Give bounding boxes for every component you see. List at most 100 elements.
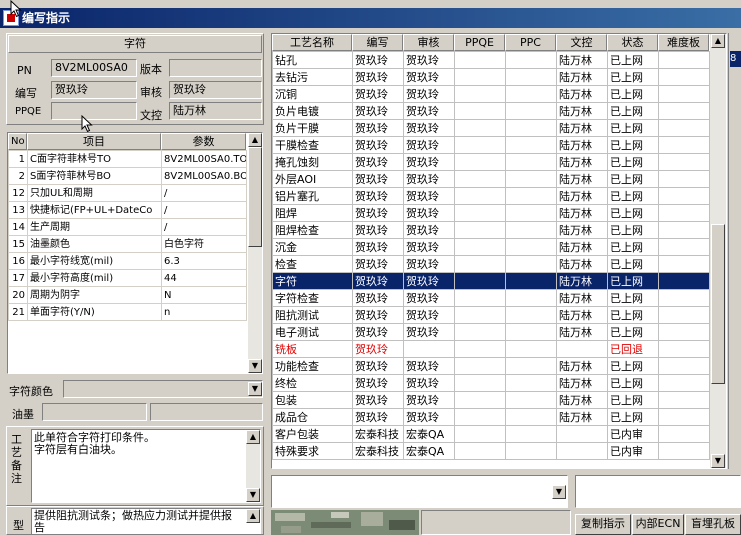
process-cell-name: 功能检查 <box>272 357 353 375</box>
process-header-cell[interactable]: 审核 <box>403 34 454 51</box>
process-cell-ppc <box>505 187 557 205</box>
param-row[interactable]: 16 最小字符线宽(mil) 6.3 <box>8 252 247 270</box>
scroll-thumb[interactable] <box>248 147 262 247</box>
scroll-down-icon[interactable]: ▼ <box>246 488 260 502</box>
process-cell-difficulty <box>658 391 710 409</box>
process-row[interactable]: 成品仓 贺玖玲 贺玖玲 陆万林 已上网 <box>272 408 710 426</box>
ink-field-1[interactable] <box>42 403 147 421</box>
process-grid-scrollbar[interactable]: ▲ ▼ <box>710 34 726 468</box>
process-row[interactable]: 终检 贺玖玲 贺玖玲 陆万林 已上网 <box>272 374 710 392</box>
model-notes-text[interactable]: 提供阻抗测试条；做热应力测试并提供报告 ▲ <box>31 508 261 534</box>
process-cell-status: 已上网 <box>607 374 659 392</box>
process-header-cell[interactable]: 编写 <box>352 34 403 51</box>
pn-field[interactable]: 8V2ML00SA0 <box>51 59 137 77</box>
process-header-cell[interactable]: 难度板 <box>658 34 709 51</box>
process-cell-reviewer: 贺玖玲 <box>403 170 455 188</box>
remark-combo[interactable]: ▼ <box>271 475 568 508</box>
process-row[interactable]: 客户包装 宏泰科技 宏泰QA 已内审 <box>272 425 710 443</box>
reviewer-field[interactable]: 贺玖玲 <box>169 81 262 99</box>
process-header-cell[interactable]: 工艺名称 <box>272 34 352 51</box>
param-row[interactable]: 1 C面字符菲林号TO 8V2ML00SA0.TO <box>8 150 247 168</box>
process-cell-difficulty <box>658 68 710 86</box>
writer-field[interactable]: 贺玖玲 <box>51 81 137 99</box>
process-row[interactable]: 沉铜 贺玖玲 贺玖玲 陆万林 已上网 <box>272 85 710 103</box>
process-cell-difficulty <box>658 187 710 205</box>
notes-scrollbar[interactable]: ▲ ▼ <box>246 430 260 502</box>
process-row[interactable]: 钻孔 贺玖玲 贺玖玲 陆万林 已上网 <box>272 51 710 69</box>
param-header-value[interactable]: 参数 <box>161 133 246 150</box>
scroll-down-icon[interactable]: ▼ <box>711 454 725 468</box>
process-cell-reviewer: 宏泰QA <box>403 425 455 443</box>
process-row[interactable]: 字符 贺玖玲 贺玖玲 陆万林 已上网 <box>272 272 710 290</box>
param-scrollbar[interactable]: ▲ ▼ <box>248 133 262 373</box>
process-row[interactable]: 干膜检查 贺玖玲 贺玖玲 陆万林 已上网 <box>272 136 710 154</box>
process-cell-name: 沉金 <box>272 238 353 256</box>
scroll-up-icon[interactable]: ▲ <box>248 133 262 147</box>
process-row[interactable]: 负片干膜 贺玖玲 贺玖玲 陆万林 已上网 <box>272 119 710 137</box>
process-cell-writer: 贺玖玲 <box>352 68 404 86</box>
param-header-item[interactable]: 项目 <box>27 133 161 150</box>
process-row[interactable]: 阻焊检查 贺玖玲 贺玖玲 陆万林 已上网 <box>272 221 710 239</box>
process-cell-status: 已上网 <box>607 170 659 188</box>
param-cell-no: 2 <box>8 167 28 185</box>
scroll-thumb[interactable] <box>711 224 725 384</box>
process-cell-difficulty <box>658 153 710 171</box>
process-row[interactable]: 电子测试 贺玖玲 贺玖玲 陆万林 已上网 <box>272 323 710 341</box>
scroll-up-icon[interactable]: ▲ <box>246 430 260 444</box>
param-row[interactable]: 21 单面字符(Y/N) n <box>8 303 247 321</box>
scroll-up-icon[interactable]: ▲ <box>246 509 260 523</box>
param-table-container: No 项目 参数 1 C面字符菲林号TO 8V2ML00SA0.TO 2 S面字符菲林号… <box>7 132 263 374</box>
process-row[interactable]: 外层AOI 贺玖玲 贺玖玲 陆万林 已上网 <box>272 170 710 188</box>
remark-field[interactable] <box>575 475 741 508</box>
param-row[interactable]: 17 最小字符高度(mil) 44 <box>8 269 247 287</box>
status-panel <box>421 510 571 535</box>
process-row[interactable]: 沉金 贺玖玲 贺玖玲 陆万林 已上网 <box>272 238 710 256</box>
process-cell-ppqe <box>454 85 506 103</box>
internal-ecn-button[interactable]: 内部ECN <box>632 514 684 535</box>
process-cell-difficulty <box>658 119 710 137</box>
param-row-empty <box>8 320 247 338</box>
ink-field-2[interactable] <box>150 403 263 421</box>
process-row[interactable]: 检查 贺玖玲 贺玖玲 陆万林 已上网 <box>272 255 710 273</box>
param-row[interactable]: 12 只加UL和周期 / <box>8 184 247 202</box>
param-row[interactable]: 15 油墨颜色 白色字符 <box>8 235 247 253</box>
copy-instruction-button[interactable]: 复制指示 <box>575 514 631 535</box>
ppqe-field[interactable] <box>51 102 137 120</box>
process-header-cell[interactable]: 文控 <box>556 34 607 51</box>
scroll-up-icon[interactable]: ▲ <box>711 34 725 48</box>
process-header-cell[interactable]: PPC <box>505 34 556 51</box>
process-cell-ppc <box>505 68 557 86</box>
process-row[interactable]: 阻焊 贺玖玲 贺玖玲 陆万林 已上网 <box>272 204 710 222</box>
scroll-down-icon[interactable]: ▼ <box>248 359 262 373</box>
char-color-select[interactable]: ▼ <box>63 380 263 398</box>
version-field[interactable] <box>169 59 262 77</box>
process-notes-text[interactable]: 此单符合字符打印条件。 字符层有白油块。 ▲ ▼ <box>31 429 261 503</box>
param-header-no[interactable]: No <box>8 133 27 150</box>
param-row[interactable]: 2 S面字符菲林号BO 8V2ML00SA0.BO <box>8 167 247 185</box>
process-cell-status: 已上网 <box>607 391 659 409</box>
process-row[interactable]: 铝片塞孔 贺玖玲 贺玖玲 陆万林 已上网 <box>272 187 710 205</box>
process-row[interactable]: 功能检查 贺玖玲 贺玖玲 陆万林 已上网 <box>272 357 710 375</box>
process-row[interactable]: 包装 贺玖玲 贺玖玲 陆万林 已上网 <box>272 391 710 409</box>
process-row[interactable]: 铣板 贺玖玲 已回退 <box>272 340 710 358</box>
blind-buried-hole-button[interactable]: 盲埋孔板 <box>685 514 741 535</box>
process-row[interactable]: 负片电镀 贺玖玲 贺玖玲 陆万林 已上网 <box>272 102 710 120</box>
process-cell-name: 成品仓 <box>272 408 353 426</box>
dropdown-arrow-icon[interactable]: ▼ <box>248 382 262 396</box>
process-cell-status: 已上网 <box>607 153 659 171</box>
process-row[interactable]: 去钻污 贺玖玲 贺玖玲 陆万林 已上网 <box>272 68 710 86</box>
process-header-cell[interactable]: 状态 <box>607 34 658 51</box>
process-row[interactable]: 阻抗测试 贺玖玲 贺玖玲 陆万林 已上网 <box>272 306 710 324</box>
param-row[interactable]: 20 周期为阴字 N <box>8 286 247 304</box>
process-row[interactable]: 掩孔蚀刻 贺玖玲 贺玖玲 陆万林 已上网 <box>272 153 710 171</box>
process-header-cell[interactable]: PPQE <box>454 34 505 51</box>
process-row[interactable]: 特殊要求 宏泰科技 宏泰QA 已内审 <box>272 442 710 460</box>
param-row[interactable]: 13 快捷标记(FP+UL+DateCo / <box>8 201 247 219</box>
param-row[interactable]: 14 生产周期 / <box>8 218 247 236</box>
param-row-empty <box>8 337 247 355</box>
process-row[interactable]: 字符检查 贺玖玲 贺玖玲 陆万林 已上网 <box>272 289 710 307</box>
control-field[interactable]: 陆万林 <box>169 102 262 120</box>
process-cell-writer: 贺玖玲 <box>352 85 404 103</box>
dropdown-arrow-icon[interactable]: ▼ <box>552 485 566 499</box>
process-cell-reviewer: 贺玖玲 <box>403 204 455 222</box>
